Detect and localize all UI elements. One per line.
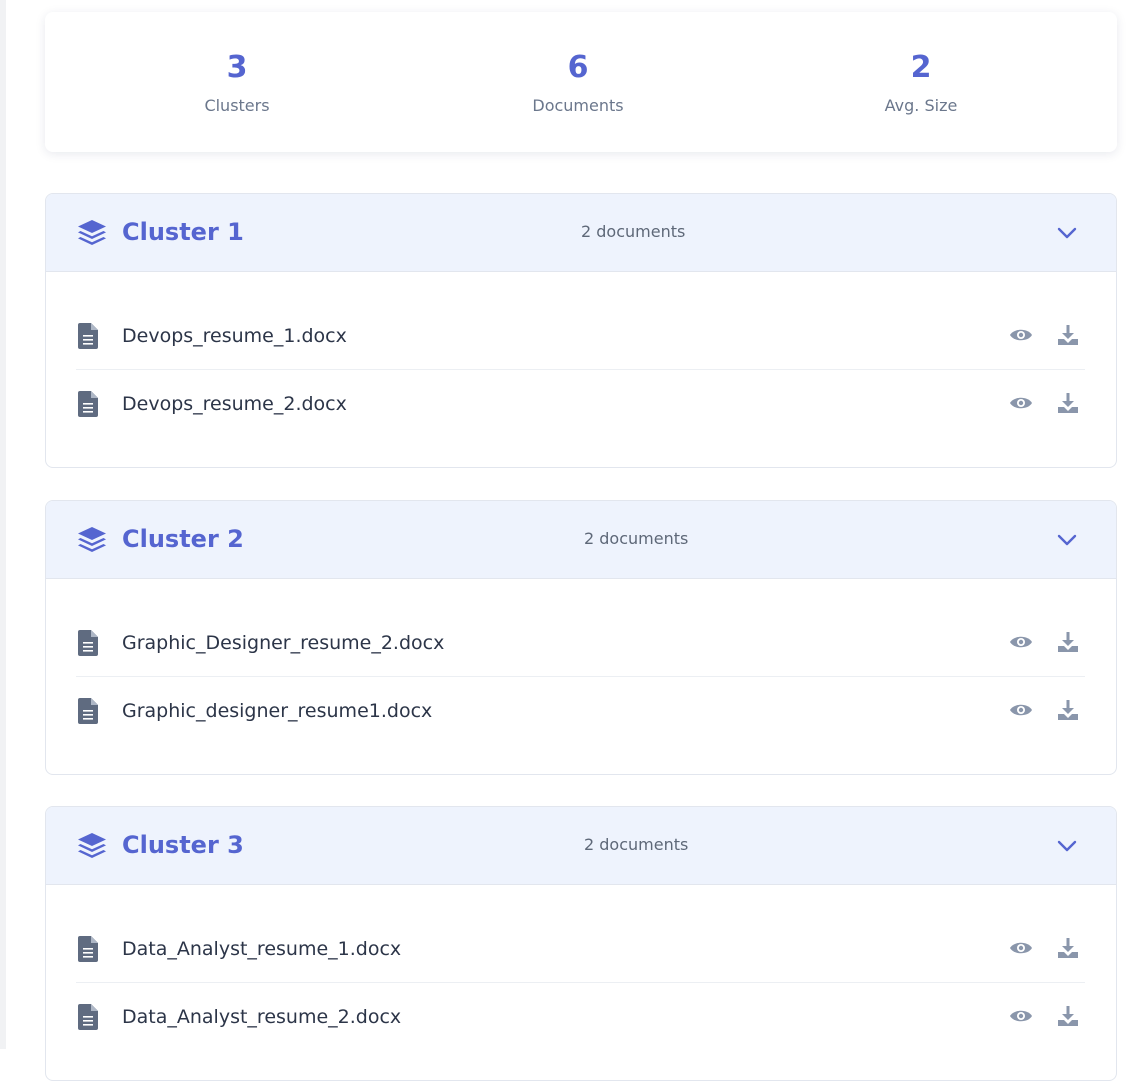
stats-summary-card: 3 Clusters 6 Documents 2 Avg. Size [45,12,1117,152]
stat-value: 6 [567,50,589,85]
file-icon [78,1004,98,1030]
stat-avg-size: 2 Avg. Size [821,12,1021,152]
eye-icon[interactable] [1009,1005,1033,1027]
stat-label: Avg. Size [884,96,958,115]
stat-value: 2 [910,50,932,85]
eye-icon[interactable] [1009,631,1033,653]
cluster-title: Cluster 1 [122,218,244,246]
download-icon[interactable] [1057,699,1079,721]
file-icon [78,323,98,349]
stat-documents: 6 Documents [478,12,678,152]
cluster-header[interactable]: Cluster 3 2 documents [46,807,1116,885]
cluster-card-1: Cluster 1 2 documents Devops_resume_1.do… [45,193,1117,468]
cluster-document-list: Graphic_Designer_resume_2.docx Graphic_d… [46,579,1116,774]
layers-icon [78,833,106,858]
file-icon [78,936,98,962]
layers-icon [78,527,106,552]
left-edge-divider [0,0,6,1049]
document-name[interactable]: Graphic_designer_resume1.docx [122,699,432,723]
cluster-doc-count: 2 documents [581,222,686,241]
file-icon [78,391,98,417]
stat-label: Documents [532,96,624,115]
document-row: Devops_resume_2.docx [76,370,1085,437]
cluster-card-3: Cluster 3 2 documents Data_Analyst_resum… [45,806,1117,1081]
cluster-document-list: Data_Analyst_resume_1.docx Data_Analyst_… [46,885,1116,1080]
stat-clusters: 3 Clusters [137,12,337,152]
stat-value: 3 [226,50,248,85]
document-name[interactable]: Graphic_Designer_resume_2.docx [122,631,444,655]
eye-icon[interactable] [1009,392,1033,414]
download-icon[interactable] [1057,631,1079,653]
stat-label: Clusters [204,96,270,115]
layers-icon [78,220,106,245]
cluster-document-list: Devops_resume_1.docx Devops_resume_2.doc… [46,272,1116,467]
cluster-header[interactable]: Cluster 2 2 documents [46,501,1116,579]
document-name[interactable]: Data_Analyst_resume_1.docx [122,937,401,961]
document-row: Graphic_Designer_resume_2.docx [76,609,1085,677]
document-row: Devops_resume_1.docx [76,302,1085,370]
download-icon[interactable] [1057,392,1079,414]
chevron-down-icon[interactable] [1056,529,1078,551]
download-icon[interactable] [1057,1005,1079,1027]
file-icon [78,698,98,724]
eye-icon[interactable] [1009,324,1033,346]
download-icon[interactable] [1057,324,1079,346]
document-row: Data_Analyst_resume_2.docx [76,983,1085,1050]
document-name[interactable]: Data_Analyst_resume_2.docx [122,1005,401,1029]
cluster-title: Cluster 3 [122,831,244,859]
eye-icon[interactable] [1009,937,1033,959]
cluster-card-2: Cluster 2 2 documents Graphic_Designer_r… [45,500,1117,775]
document-name[interactable]: Devops_resume_2.docx [122,392,347,416]
cluster-title: Cluster 2 [122,525,244,553]
document-row: Data_Analyst_resume_1.docx [76,915,1085,983]
cluster-header[interactable]: Cluster 1 2 documents [46,194,1116,272]
cluster-doc-count: 2 documents [584,529,689,548]
document-name[interactable]: Devops_resume_1.docx [122,324,347,348]
file-icon [78,630,98,656]
chevron-down-icon[interactable] [1056,222,1078,244]
download-icon[interactable] [1057,937,1079,959]
eye-icon[interactable] [1009,699,1033,721]
chevron-down-icon[interactable] [1056,835,1078,857]
document-row: Graphic_designer_resume1.docx [76,677,1085,744]
cluster-doc-count: 2 documents [584,835,689,854]
